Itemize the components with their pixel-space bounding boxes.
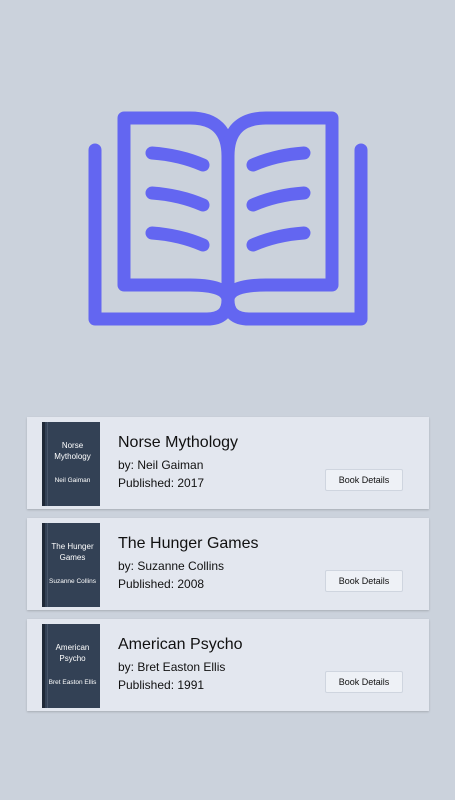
book-published: Published: 2017	[118, 476, 205, 490]
book-details-button[interactable]: Book Details	[325, 570, 403, 592]
hero-banner	[0, 0, 455, 400]
book-card: American Psycho Bret Easton Ellis Americ…	[27, 619, 429, 711]
book-card: Norse Mythology Neil Gaiman Norse Mythol…	[27, 417, 429, 509]
book-details-button[interactable]: Book Details	[325, 671, 403, 693]
cover-title: American Psycho	[55, 643, 90, 663]
cover-spine	[47, 422, 48, 506]
book-details-button[interactable]: Book Details	[325, 469, 403, 491]
cover-author: Neil Gaiman	[54, 477, 91, 484]
book-title: American Psycho	[118, 636, 243, 653]
book-list: Norse Mythology Neil Gaiman Norse Mythol…	[27, 417, 429, 720]
book-title: Norse Mythology	[118, 434, 239, 451]
book-cover: Norse Mythology Neil Gaiman	[42, 422, 100, 506]
cover-spine	[47, 624, 48, 708]
book-published: Published: 1991	[118, 678, 205, 692]
book-author: by: Suzanne Collins	[118, 559, 225, 573]
book-author: by: Bret Easton Ellis	[118, 660, 226, 674]
book-author: by: Neil Gaiman	[118, 458, 204, 472]
book-title: The Hunger Games	[118, 535, 259, 552]
cover-title: Norse Mythology	[54, 441, 91, 461]
book-cover: The Hunger Games Suzanne Collins	[42, 523, 100, 607]
cover-author: Bret Easton Ellis	[48, 679, 97, 686]
cover-author: Suzanne Collins	[49, 578, 96, 585]
book-cover: American Psycho Bret Easton Ellis	[42, 624, 100, 708]
book-card: The Hunger Games Suzanne Collins The Hun…	[27, 518, 429, 610]
cover-title: The Hunger Games	[51, 542, 94, 562]
cover-spine	[47, 523, 48, 607]
book-published: Published: 2008	[118, 577, 205, 591]
open-book-icon	[88, 111, 368, 326]
